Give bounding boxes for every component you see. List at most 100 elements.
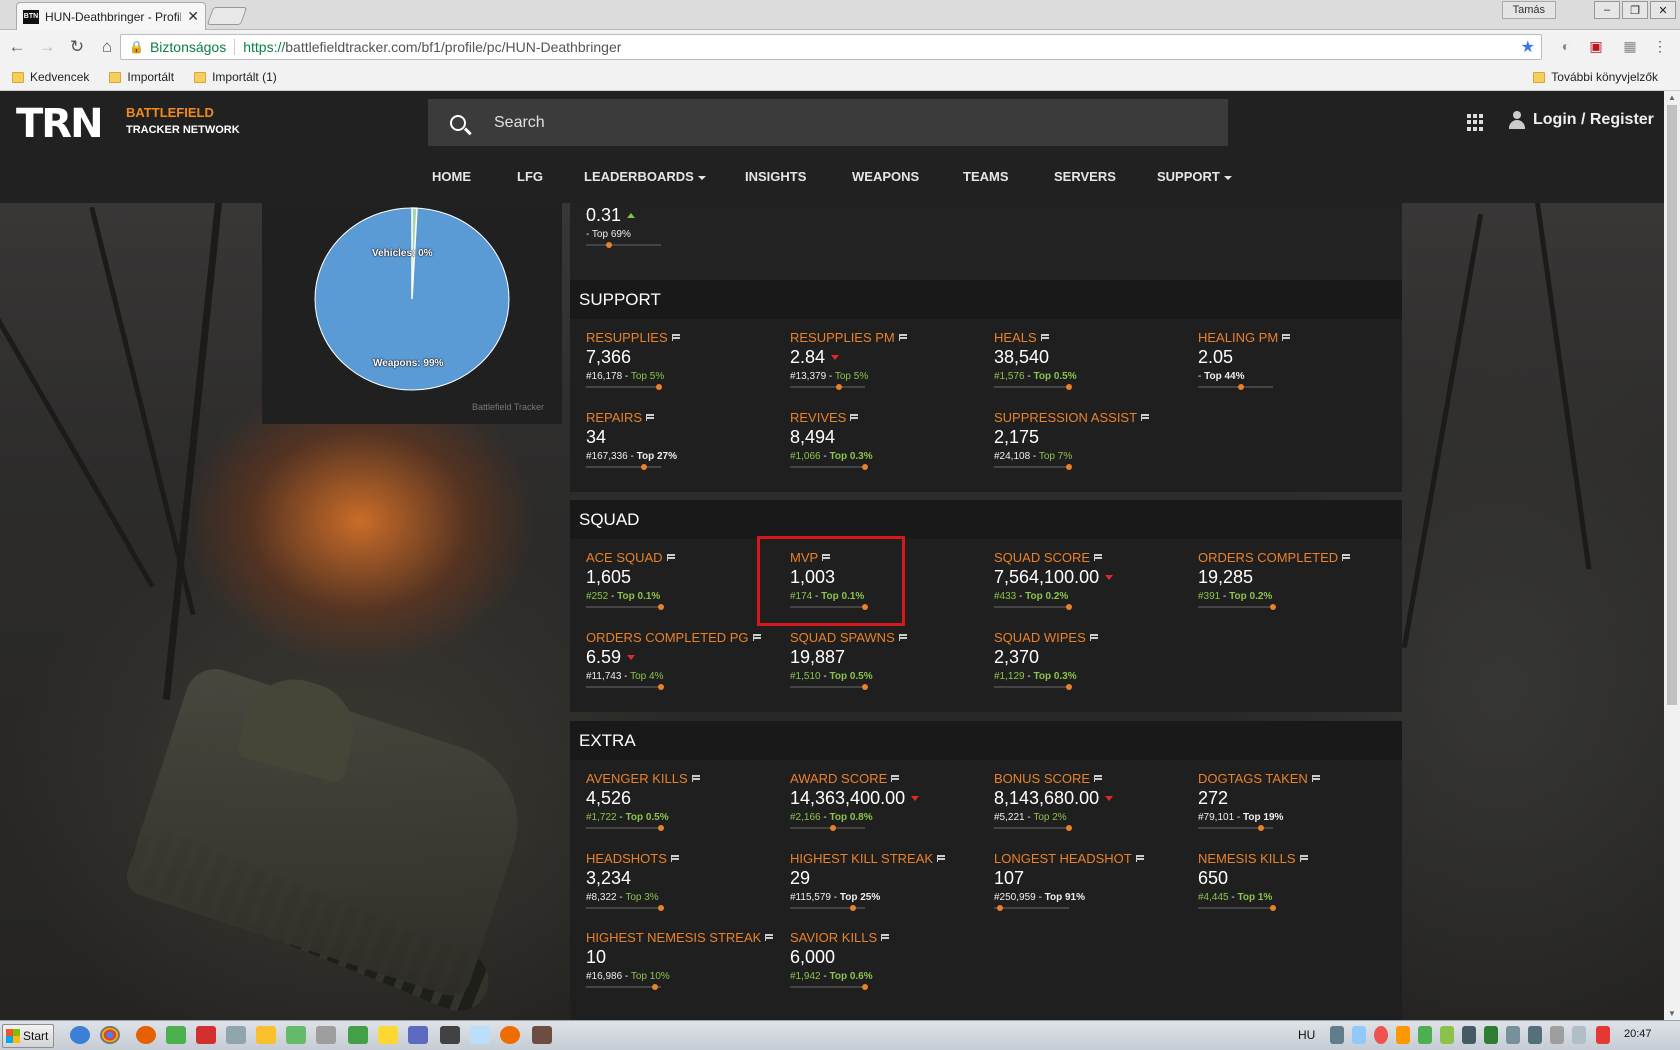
stat-label[interactable]: ORDERS COMPLETED PG [586, 630, 786, 645]
flag-icon[interactable] [898, 334, 907, 341]
browser-tab[interactable]: BTN HUN-Deathbringer - Profile ✕ [16, 2, 206, 30]
volume-icon[interactable] [1528, 1026, 1542, 1044]
home-icon[interactable]: ⌂ [94, 34, 120, 60]
tray-icon[interactable] [1550, 1026, 1564, 1044]
bookmark-kedvencek[interactable]: Kedvencek [12, 70, 89, 84]
app-icon-green[interactable] [166, 1026, 186, 1044]
close-window-icon[interactable]: ✕ [1650, 1, 1676, 19]
tray-icon[interactable] [1596, 1026, 1610, 1044]
firefox-icon[interactable] [136, 1026, 156, 1044]
extension-globe-icon[interactable]: ◐ [1556, 36, 1576, 56]
app-icon-red[interactable] [196, 1026, 216, 1044]
chart-credit[interactable]: Battlefield Tracker [472, 402, 544, 412]
flag-icon[interactable] [1135, 855, 1144, 862]
nav-home[interactable]: HOME [432, 169, 471, 184]
flag-icon[interactable] [898, 634, 907, 641]
stat-label[interactable]: ACE SQUAD [586, 550, 786, 565]
tray-icon[interactable] [1352, 1026, 1366, 1044]
tray-icon[interactable] [1440, 1026, 1454, 1044]
close-tab-icon[interactable]: ✕ [187, 8, 199, 25]
site-search-input[interactable]: Search [428, 99, 1228, 146]
stat-label[interactable]: HEALS [994, 330, 1194, 345]
stat-label[interactable]: SAVIOR KILLS [790, 930, 990, 945]
stat-label[interactable]: BONUS SCORE [994, 771, 1194, 786]
nav-teams[interactable]: TEAMS [963, 169, 1009, 184]
tray-icon[interactable] [1374, 1026, 1388, 1044]
stat-label[interactable]: HIGHEST NEMESIS STREAK [586, 930, 786, 945]
bookmark-importalt-1[interactable]: Importált (1) [194, 70, 277, 84]
minimize-icon[interactable]: – [1594, 1, 1620, 19]
address-bar[interactable]: 🔒 Biztonságos https://battlefieldtracker… [120, 34, 1542, 60]
stat-label[interactable]: SQUAD WIPES [994, 630, 1194, 645]
scroll-down-icon[interactable]: ▼ [1668, 1009, 1676, 1018]
network-icon[interactable] [1462, 1026, 1476, 1044]
tray-icon[interactable] [1572, 1026, 1586, 1044]
back-icon[interactable]: ← [4, 34, 30, 60]
flag-icon[interactable] [691, 775, 700, 782]
restore-icon[interactable]: ❐ [1622, 1, 1648, 19]
bookmark-star-icon[interactable]: ★ [1521, 37, 1535, 57]
stat-label[interactable]: RESUPPLIES [586, 330, 786, 345]
flag-icon[interactable] [1299, 855, 1308, 862]
app-icon-orange[interactable] [500, 1026, 520, 1044]
flag-icon[interactable] [1282, 334, 1291, 341]
explorer-icon[interactable] [378, 1026, 398, 1044]
stat-label[interactable]: REVIVES [790, 410, 990, 425]
extension-video-icon[interactable]: ▣ [1586, 36, 1606, 56]
stat-label[interactable]: DOGTAGS TAKEN [1198, 771, 1398, 786]
app-icon-notepad[interactable] [226, 1026, 246, 1044]
nav-servers[interactable]: SERVERS [1054, 169, 1116, 184]
start-button[interactable]: Start [2, 1023, 54, 1048]
app-icon-blue[interactable] [408, 1026, 428, 1044]
flag-icon[interactable] [937, 855, 946, 862]
flag-icon[interactable] [891, 775, 900, 782]
scroll-up-icon[interactable]: ▲ [1668, 93, 1676, 102]
flag-icon[interactable] [646, 414, 655, 421]
reload-icon[interactable]: ↻ [64, 34, 90, 60]
flag-icon[interactable] [1089, 634, 1098, 641]
window-user-badge[interactable]: Tamás [1501, 1, 1556, 19]
language-indicator[interactable]: HU [1298, 1028, 1315, 1042]
app-icon-wolf[interactable] [440, 1026, 460, 1044]
tray-icon[interactable] [1396, 1026, 1410, 1044]
stat-label[interactable]: SUPPRESSION ASSIST [994, 410, 1194, 425]
login-register-link[interactable]: Login / Register [1509, 111, 1654, 129]
ie-icon[interactable] [70, 1026, 90, 1044]
flag-icon[interactable] [765, 934, 774, 941]
taskbar-clock[interactable]: 20:47 [1624, 1028, 1652, 1040]
flag-icon[interactable] [881, 934, 890, 941]
nav-weapons[interactable]: WEAPONS [852, 169, 919, 184]
extension-grid-icon[interactable]: ▦ [1620, 36, 1640, 56]
flag-icon[interactable] [670, 855, 679, 862]
nav-support[interactable]: SUPPORT [1157, 169, 1232, 184]
stat-label[interactable]: SQUAD SCORE [994, 550, 1194, 565]
app-icon-doc[interactable] [470, 1026, 490, 1044]
stat-label[interactable]: LONGEST HEADSHOT [994, 851, 1194, 866]
app-icon-tools[interactable] [256, 1026, 276, 1044]
stat-label[interactable]: HEALING PM [1198, 330, 1398, 345]
apps-grid-icon[interactable] [1467, 114, 1484, 131]
stat-label[interactable]: AWARD SCORE [790, 771, 990, 786]
flag-icon[interactable] [752, 634, 761, 641]
stat-label[interactable]: NEMESIS KILLS [1198, 851, 1398, 866]
bookmark-more[interactable]: További könyvjelzők [1533, 70, 1658, 84]
stat-label[interactable]: AVENGER KILLS [586, 771, 786, 786]
app-icon-misc[interactable] [316, 1026, 336, 1044]
app-icon-globe[interactable] [286, 1026, 306, 1044]
new-tab-button[interactable] [206, 7, 248, 25]
flag-icon[interactable] [1040, 334, 1049, 341]
brand-title[interactable]: BATTLEFIELD [126, 105, 214, 120]
forward-icon[interactable]: → [34, 34, 60, 60]
flag-icon[interactable] [1342, 554, 1351, 561]
page-scrollbar[interactable]: ▲ ▼ [1664, 91, 1680, 1020]
nav-insights[interactable]: INSIGHTS [745, 169, 806, 184]
nav-leaderboards[interactable]: LEADERBOARDS [584, 169, 706, 184]
bookmark-importalt[interactable]: Importált [109, 70, 174, 84]
flag-icon[interactable] [1311, 775, 1320, 782]
flag-icon[interactable] [671, 334, 680, 341]
tray-icon[interactable] [1418, 1026, 1432, 1044]
flag-icon[interactable] [1141, 414, 1150, 421]
stat-label[interactable]: HEADSHOTS [586, 851, 786, 866]
stat-label[interactable]: SQUAD SPAWNS [790, 630, 990, 645]
stat-label[interactable]: HIGHEST KILL STREAK [790, 851, 990, 866]
